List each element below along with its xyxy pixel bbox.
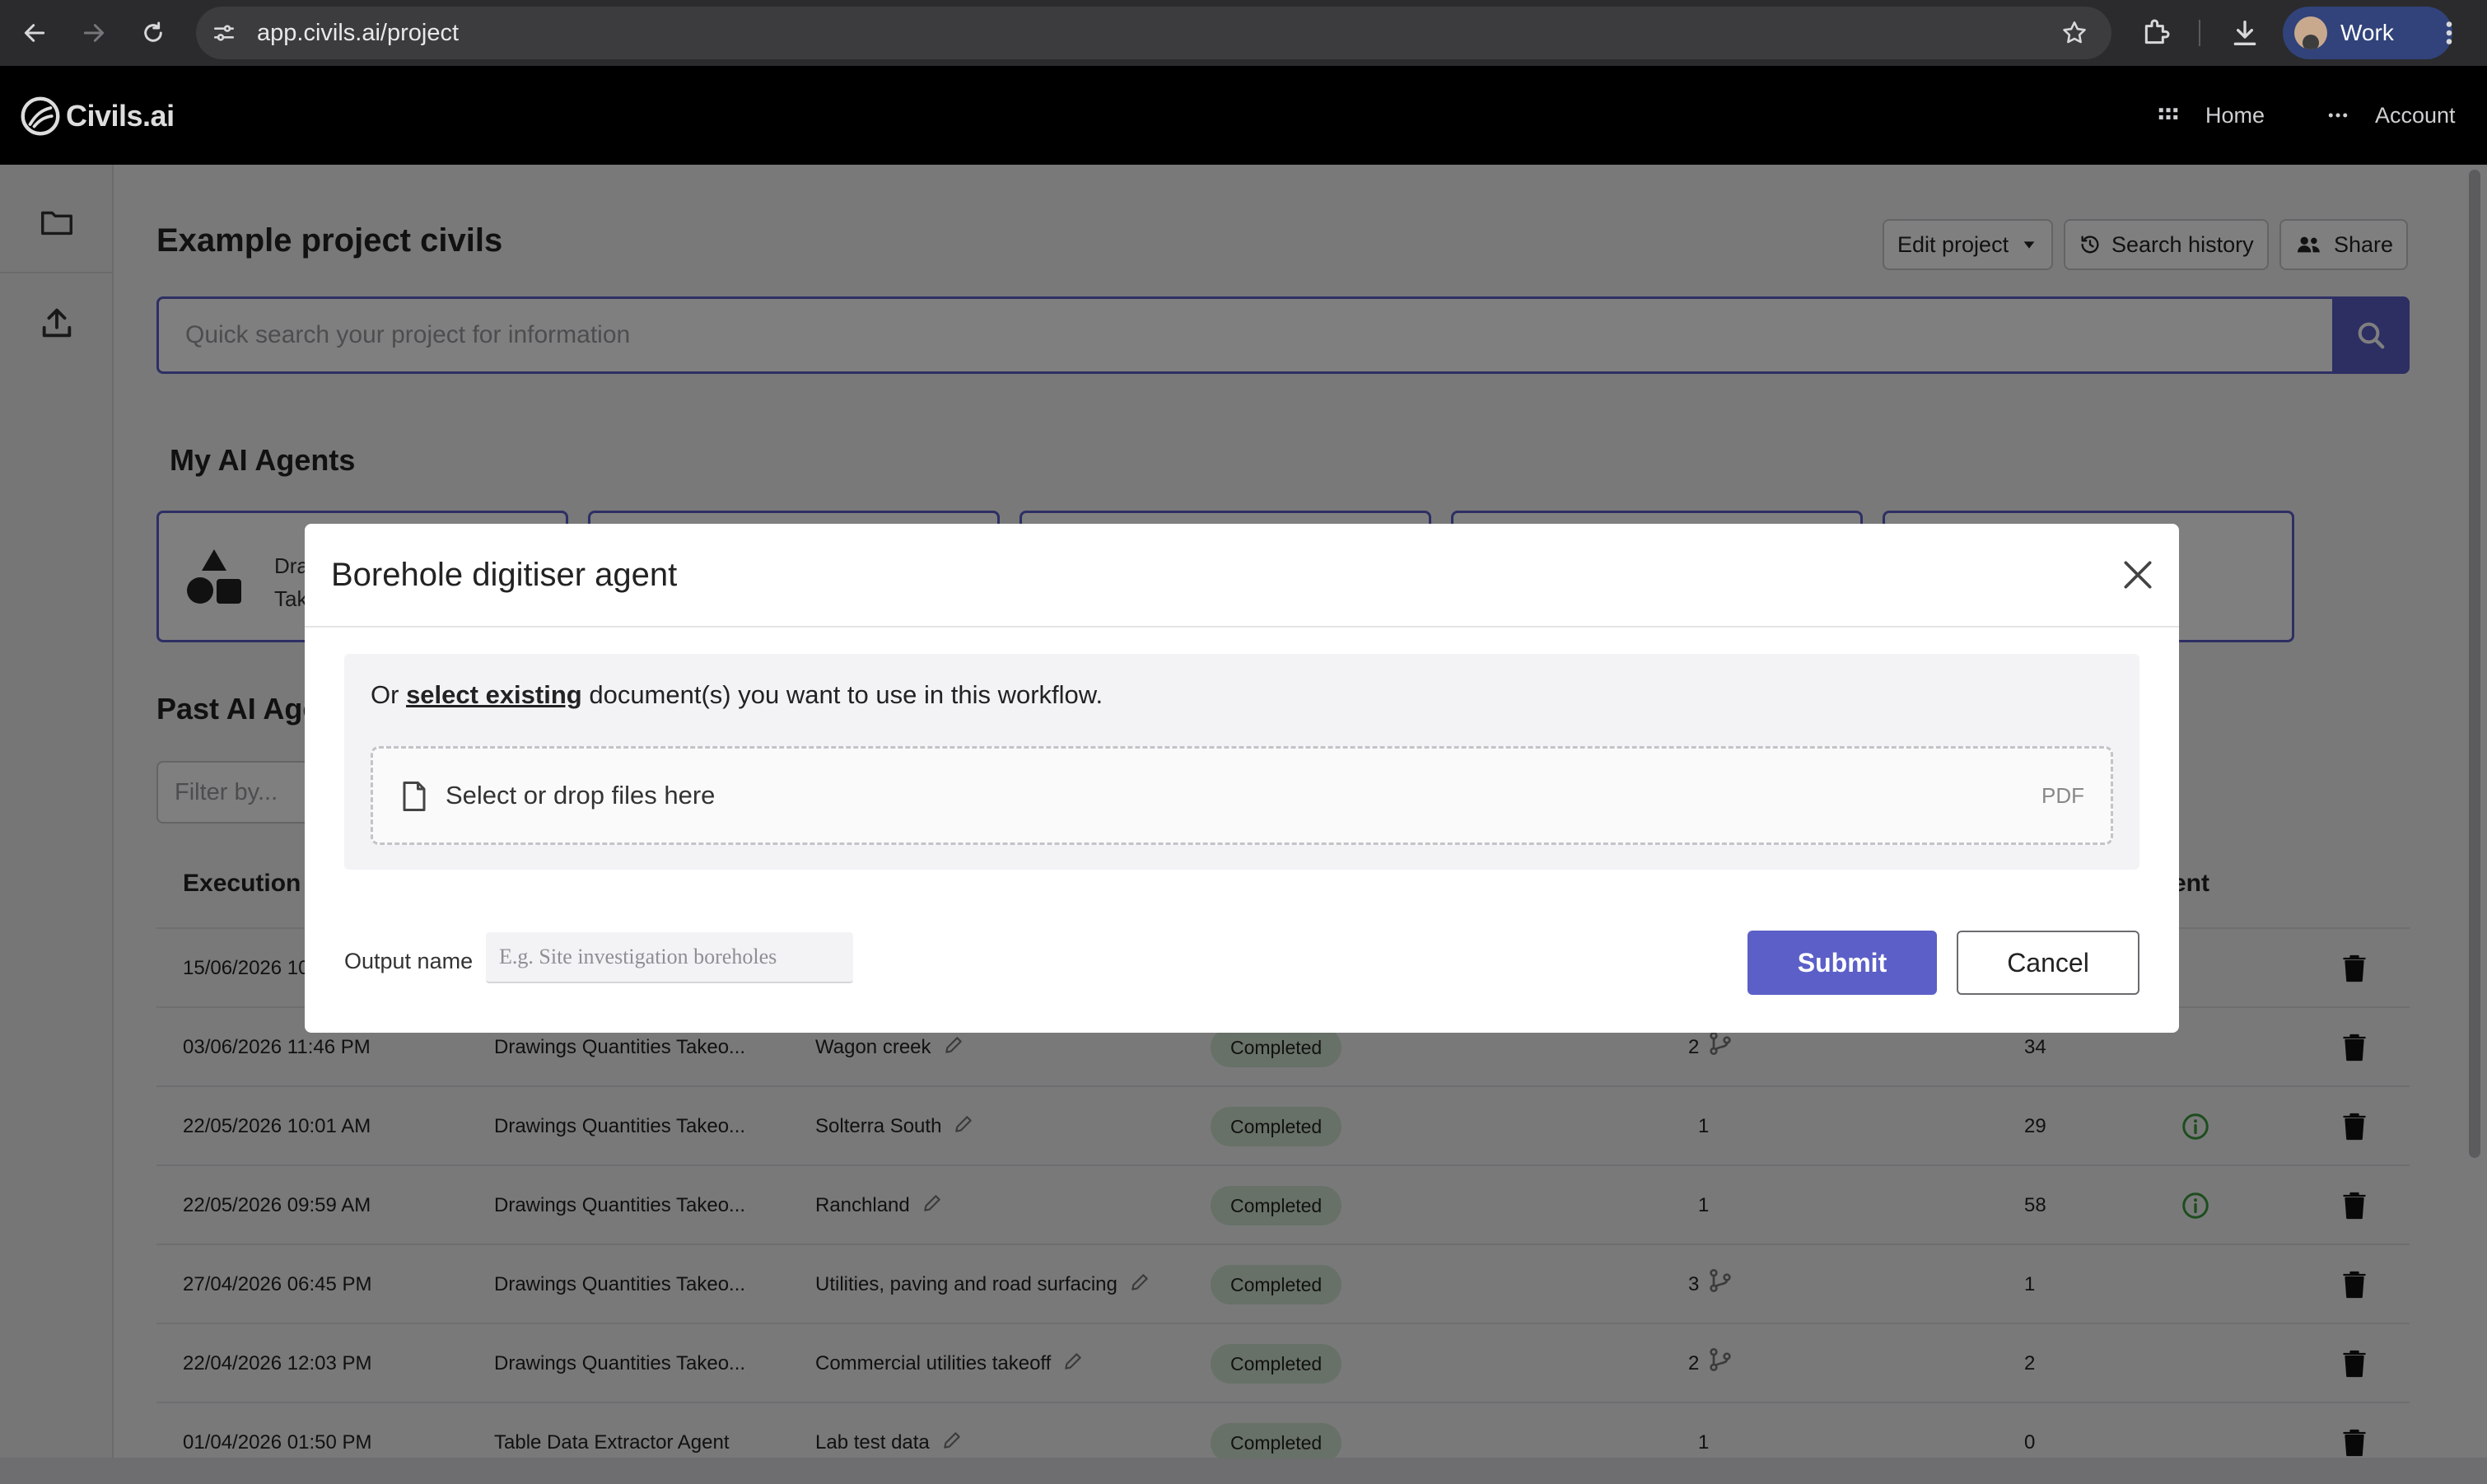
nav-home[interactable]: Home [2156, 96, 2265, 135]
dialog-title: Borehole digitiser agent [331, 557, 678, 593]
reload-icon [144, 21, 162, 42]
civils-logo-icon [21, 96, 60, 136]
address-bar[interactable]: app.civils.ai/project [196, 7, 2111, 59]
dialog-divider [305, 626, 2179, 628]
browser-menu-icon[interactable] [2439, 18, 2459, 48]
app-logo[interactable]: Civils.ai [20, 96, 175, 137]
reload-button[interactable] [135, 15, 171, 51]
output-name-label: Output name [344, 949, 474, 973]
profile-name: Work [2340, 20, 2394, 45]
borehole-agent-dialog: Borehole digitiser agent Or select exist… [305, 524, 2179, 1033]
submit-button[interactable]: Submit [1747, 931, 1937, 995]
file-dropzone[interactable]: Select or drop files here PDF [371, 746, 2113, 845]
back-button[interactable] [16, 15, 53, 51]
toolbar-separator [2199, 20, 2200, 46]
profile-button[interactable]: Work [2283, 7, 2452, 59]
download-icon[interactable] [2228, 16, 2261, 49]
url-text: app.civils.ai/project [257, 20, 459, 46]
nav-home-label: Home [2205, 102, 2265, 128]
accepted-file-type: PDF [2041, 783, 2084, 808]
browser-toolbar: app.civils.ai/project Work [0, 0, 2487, 66]
avatar [2294, 16, 2327, 49]
app-header: Civils.ai Home Account [0, 66, 2487, 165]
output-name-input[interactable] [486, 932, 853, 983]
arrow-left-icon [24, 24, 45, 42]
grid-icon [2158, 108, 2178, 119]
site-settings-icon[interactable] [211, 20, 237, 46]
arrow-right-icon [83, 24, 105, 42]
ellipsis-icon [2328, 113, 2348, 118]
nav-account-label: Account [2375, 102, 2456, 128]
dropzone-label: Select or drop files here [446, 781, 716, 810]
upload-panel: Or select existing document(s) you want … [344, 654, 2139, 870]
cancel-button[interactable]: Cancel [1957, 931, 2139, 995]
forward-button[interactable] [76, 15, 112, 51]
bookmark-star-icon[interactable] [2060, 19, 2088, 47]
select-existing-link[interactable]: select existing [406, 680, 582, 709]
nav-account[interactable]: Account [2326, 96, 2456, 135]
close-icon[interactable] [2120, 557, 2156, 593]
extensions-icon[interactable] [2139, 16, 2172, 49]
upload-instructions: Or select existing document(s) you want … [371, 680, 1104, 709]
logo-text: Civils.ai [66, 99, 175, 133]
file-icon [403, 782, 426, 811]
